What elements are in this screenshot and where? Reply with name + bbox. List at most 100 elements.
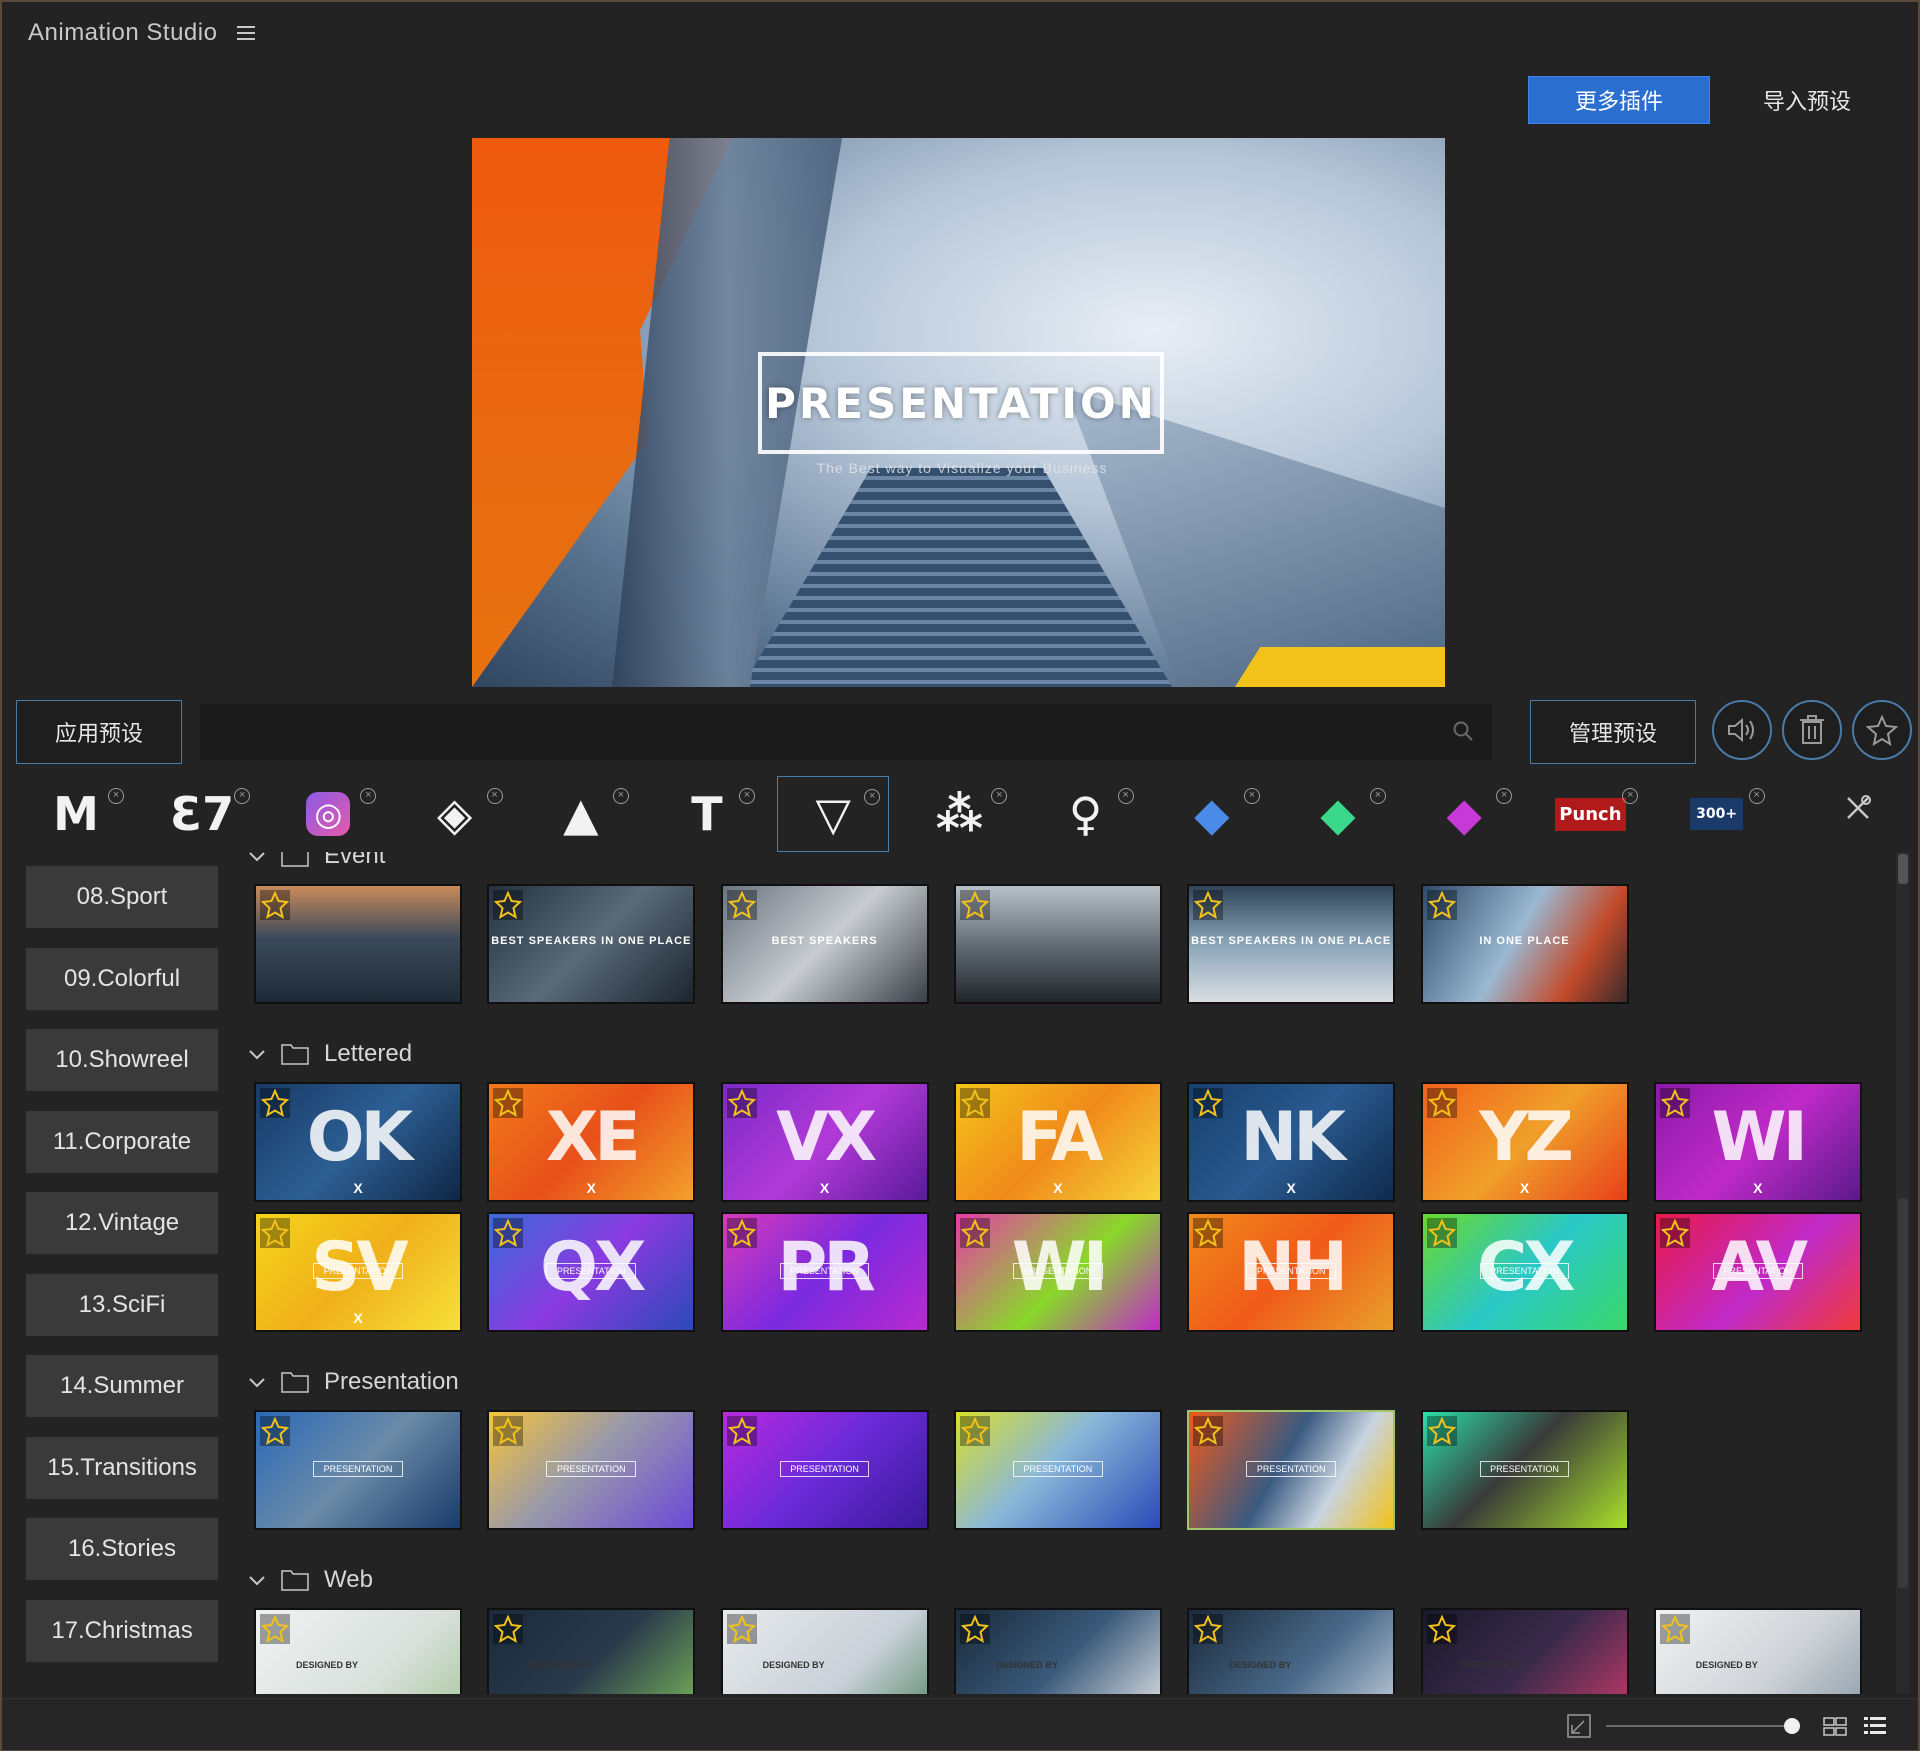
star-icon[interactable] xyxy=(1426,1416,1457,1446)
star-icon[interactable] xyxy=(726,1218,757,1248)
preset-thumbnail[interactable]: DESIGNED BY xyxy=(720,1608,929,1694)
star-icon[interactable] xyxy=(1426,890,1457,920)
preset-thumbnail[interactable] xyxy=(953,884,1162,1004)
star-icon[interactable] xyxy=(493,1088,524,1118)
preset-thumbnail[interactable] xyxy=(254,884,462,1004)
star-icon[interactable] xyxy=(959,1088,990,1118)
star-icon[interactable] xyxy=(959,1416,990,1446)
star-icon[interactable] xyxy=(493,1416,524,1446)
star-icon[interactable] xyxy=(493,1218,524,1248)
category-item[interactable]: 14.Summer xyxy=(26,1355,218,1417)
close-icon[interactable]: × xyxy=(1496,788,1513,804)
plugin-tab[interactable]: ▽ × xyxy=(777,776,890,852)
search-icon[interactable] xyxy=(1452,720,1474,742)
plugin-tab[interactable]: ◎ × xyxy=(272,776,384,852)
plugin-tab[interactable]: ▲ × xyxy=(525,776,637,852)
star-icon[interactable] xyxy=(726,1416,757,1446)
close-icon[interactable]: × xyxy=(991,788,1008,804)
close-icon[interactable]: × xyxy=(1370,788,1386,804)
star-icon[interactable] xyxy=(1659,1218,1690,1248)
star-icon[interactable] xyxy=(1193,1088,1224,1118)
star-icon[interactable] xyxy=(1193,1614,1224,1644)
category-item[interactable]: 15.Transitions xyxy=(26,1436,218,1499)
scrollbar[interactable] xyxy=(1896,852,1910,1694)
preset-thumbnail[interactable]: PRESENTATION xyxy=(1187,1410,1396,1530)
star-icon[interactable] xyxy=(1426,1614,1457,1644)
plugin-tab[interactable]: ◆ × xyxy=(1156,776,1268,852)
hamburger-menu-icon[interactable] xyxy=(237,26,256,40)
star-icon[interactable] xyxy=(260,1088,290,1118)
search-input[interactable] xyxy=(200,704,1492,760)
star-icon[interactable] xyxy=(260,890,290,920)
plugin-tab[interactable]: Ɛ7 × xyxy=(146,776,258,852)
scroll-thumb[interactable] xyxy=(1898,854,1908,884)
preset-thumbnail[interactable]: DESIGNED BY xyxy=(953,1608,1162,1694)
category-item[interactable]: 10.Showreel xyxy=(26,1029,218,1091)
close-icon[interactable]: × xyxy=(612,788,629,804)
plugin-tab[interactable]: M × xyxy=(20,776,132,852)
preset-thumbnail[interactable]: FA X xyxy=(953,1082,1162,1202)
plugin-tab[interactable]: ◈ × xyxy=(399,776,511,852)
delete-button[interactable] xyxy=(1782,700,1842,760)
tools-icon[interactable] xyxy=(1842,792,1874,824)
star-icon[interactable] xyxy=(493,890,524,920)
plugin-tab[interactable]: ⁂ × xyxy=(903,776,1015,852)
preset-thumbnail[interactable]: WI X xyxy=(1653,1082,1862,1202)
preset-thumbnail[interactable]: PRESENTATION xyxy=(720,1410,929,1530)
preset-thumbnail[interactable]: DESIGNED BY xyxy=(487,1608,696,1694)
preset-thumbnail[interactable]: SV PRESENTATION X xyxy=(254,1212,462,1332)
preset-thumbnail[interactable]: DESIGNED BY xyxy=(1653,1608,1862,1694)
preset-thumbnail[interactable]: OK X xyxy=(254,1082,462,1202)
star-icon[interactable] xyxy=(1193,1218,1224,1248)
preset-thumbnail[interactable]: BEST SPEAKERS xyxy=(720,884,929,1004)
preset-thumbnail[interactable]: PRESENTATION xyxy=(254,1410,462,1530)
group-header[interactable]: Lettered xyxy=(248,1036,412,1072)
star-icon[interactable] xyxy=(1426,1218,1457,1248)
close-icon[interactable]: × xyxy=(1117,788,1134,804)
preset-thumbnail[interactable]: PRESENTATION xyxy=(487,1410,696,1530)
star-icon[interactable] xyxy=(493,1614,524,1644)
preview-player[interactable]: PRESENTATION The Best way to Visualize y… xyxy=(472,138,1445,687)
close-icon[interactable]: × xyxy=(360,788,377,804)
close-icon[interactable]: × xyxy=(486,788,503,804)
category-item[interactable]: 13.SciFi xyxy=(26,1273,218,1336)
star-icon[interactable] xyxy=(1426,1088,1457,1118)
star-icon[interactable] xyxy=(260,1614,290,1644)
preset-thumbnail[interactable]: NH PRESENTATION xyxy=(1187,1212,1396,1332)
plugin-tab[interactable]: Punch × xyxy=(1534,776,1646,852)
star-icon[interactable] xyxy=(726,890,757,920)
preset-thumbnail[interactable]: IN ONE PLACE xyxy=(1420,884,1629,1004)
manage-presets-button[interactable]: 管理预设 xyxy=(1530,700,1696,764)
zoom-slider-track[interactable] xyxy=(1606,1725,1796,1727)
preset-thumbnail[interactable]: AV PRESENTATION xyxy=(1653,1212,1862,1332)
preset-thumbnail[interactable]: DESIGNED BY xyxy=(1420,1608,1629,1694)
group-header[interactable]: Event xyxy=(248,852,385,874)
close-icon[interactable]: × xyxy=(1243,788,1260,804)
preset-thumbnail[interactable]: QX PRESENTATION xyxy=(487,1212,696,1332)
preset-thumbnail[interactable]: BEST SPEAKERS IN ONE PLACE xyxy=(1187,884,1396,1004)
preset-thumbnail[interactable]: PRESENTATION xyxy=(953,1410,1162,1530)
close-icon[interactable]: × xyxy=(108,788,124,804)
preset-thumbnail[interactable]: VX X xyxy=(720,1082,929,1202)
category-item[interactable]: 11.Corporate xyxy=(26,1110,218,1173)
preset-thumbnail[interactable]: BEST SPEAKERS IN ONE PLACE xyxy=(487,884,696,1004)
star-icon[interactable] xyxy=(1659,1088,1690,1118)
plugin-tab[interactable]: 300+ × xyxy=(1661,776,1773,852)
favorite-button[interactable] xyxy=(1852,700,1912,760)
preset-thumbnail[interactable]: CX PRESENTATION xyxy=(1420,1212,1629,1332)
group-header[interactable]: Web xyxy=(248,1562,373,1598)
close-icon[interactable]: × xyxy=(739,788,755,804)
star-icon[interactable] xyxy=(1193,1416,1224,1446)
close-icon[interactable]: × xyxy=(1622,788,1639,804)
plugin-tab[interactable]: ♀ × xyxy=(1030,776,1142,852)
category-item[interactable]: 16.Stories xyxy=(26,1518,218,1580)
star-icon[interactable] xyxy=(959,890,990,920)
preset-thumbnail[interactable]: PR PRESENTATION xyxy=(720,1212,929,1332)
preset-thumbnail[interactable]: WI PRESENTATION xyxy=(953,1212,1162,1332)
preset-thumbnail[interactable]: NK X xyxy=(1187,1082,1396,1202)
category-item[interactable]: 08.Sport xyxy=(26,866,218,928)
plugin-tab[interactable]: ◆ × xyxy=(1282,776,1394,852)
import-presets-button[interactable]: 导入预设 xyxy=(1732,76,1882,124)
preset-thumbnail[interactable]: YZ X xyxy=(1420,1082,1629,1202)
category-item[interactable]: 09.Colorful xyxy=(26,947,218,1010)
